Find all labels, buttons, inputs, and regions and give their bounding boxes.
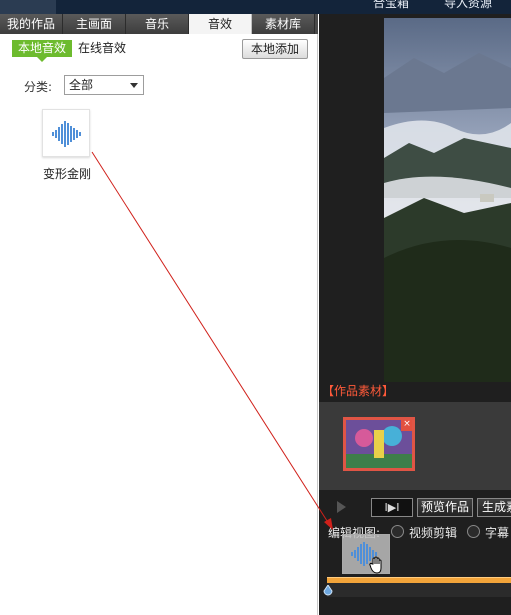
material-clip[interactable]: × (343, 417, 415, 471)
sound-name: 变形金刚 (42, 167, 91, 181)
chevron-down-icon (130, 83, 138, 88)
timeline-ruler (327, 583, 511, 597)
play-icon[interactable] (337, 501, 346, 513)
add-local-button[interactable]: 本地添加 (242, 39, 308, 59)
tab-material-library[interactable]: 素材库 (252, 14, 315, 34)
top-bar: 合宝箱 导入资源 (0, 0, 511, 14)
category-value: 全部 (69, 78, 94, 92)
close-icon[interactable]: × (401, 420, 412, 431)
step-button[interactable]: I▶I (371, 498, 413, 517)
online-sound-tab[interactable]: 在线音效 (78, 40, 148, 57)
category-select[interactable]: 全部 (64, 75, 144, 95)
editor-panel: 【作品素材】 × I▶I 预览作品 生成素 编辑视图: 视频剪辑 字幕 (319, 14, 511, 615)
preview-work-button[interactable]: 预览作品 (417, 498, 473, 517)
tab-main-scene[interactable]: 主画面 (63, 14, 126, 34)
material-strip: × (319, 402, 511, 490)
radio-video-edit-label: 视频剪辑 (409, 526, 458, 540)
app-logo (0, 0, 56, 14)
hand-cursor-icon (369, 556, 385, 574)
video-preview (384, 18, 511, 382)
radio-subtitle-label: 字幕 (485, 526, 510, 540)
import-resource-button[interactable]: 导入资源 (444, 0, 492, 11)
timeline-marker-icon[interactable] (323, 584, 333, 599)
sound-item[interactable]: 变形金刚 (36, 109, 98, 189)
tab-music[interactable]: 音乐 (126, 14, 189, 34)
tab-sound-effects[interactable]: 音效 (189, 14, 252, 34)
playback-controls: I▶I 预览作品 生成素 (319, 498, 511, 518)
radio-video-edit[interactable] (391, 525, 404, 538)
toolbox-button[interactable]: 合宝箱 (373, 0, 409, 11)
resource-panel: 我的作品 主画面 音乐 音效 素材库 本地音效 在线音效 本地添加 分类: 全部 (0, 14, 318, 615)
audio-wave-icon (42, 109, 90, 157)
resource-tabs: 我的作品 主画面 音乐 音效 素材库 (0, 14, 318, 34)
tab-my-works[interactable]: 我的作品 (0, 14, 63, 34)
local-sound-tab[interactable]: 本地音效 (12, 40, 72, 62)
radio-subtitle[interactable] (467, 525, 480, 538)
category-label: 分类: (24, 80, 53, 94)
generate-button[interactable]: 生成素 (477, 498, 511, 517)
material-title: 【作品素材】 (322, 384, 395, 398)
